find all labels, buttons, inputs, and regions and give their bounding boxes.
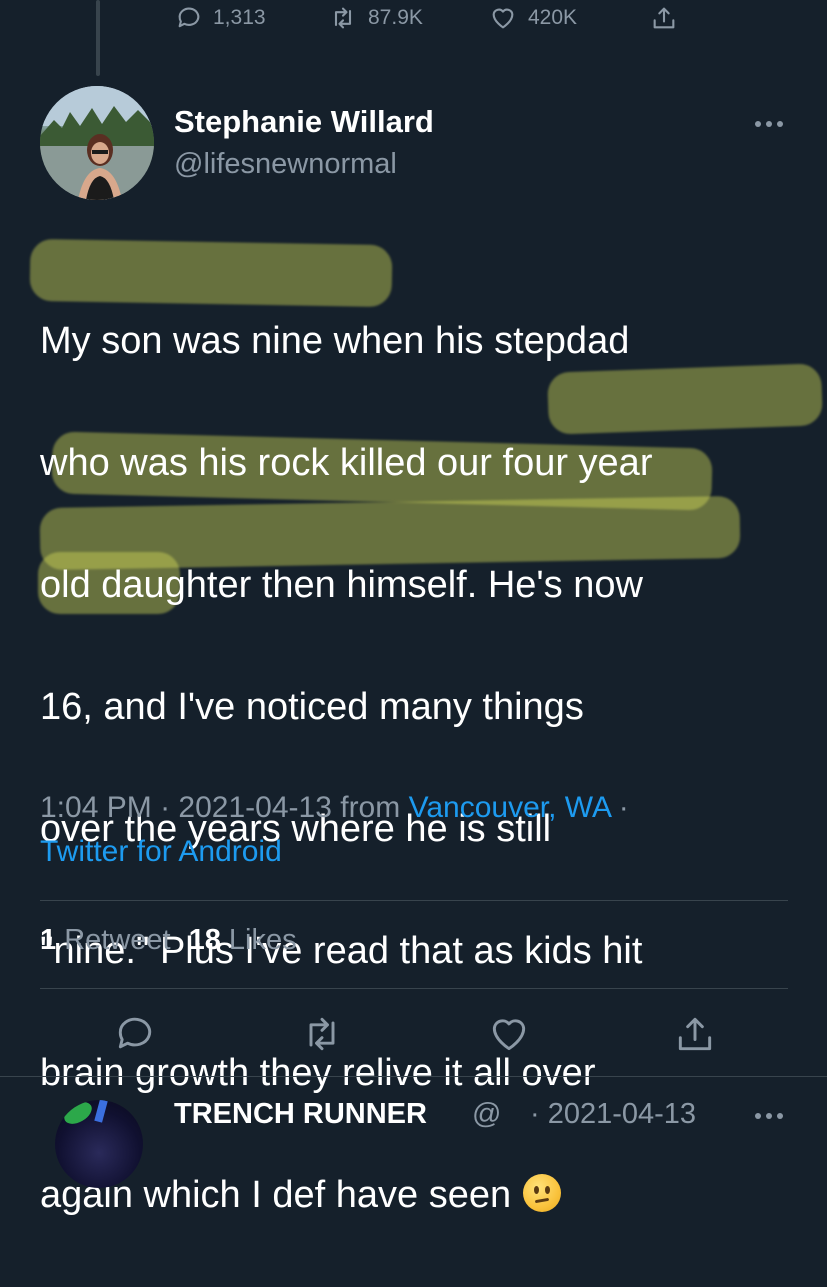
retweet-icon	[309, 1017, 335, 1051]
tweet-line: old daughter then himself. He's now	[40, 564, 643, 606]
location-link[interactable]: Vancouver, WA	[409, 791, 611, 824]
more-options-icon[interactable]	[752, 1106, 786, 1122]
next-tweet-author-name[interactable]: TRENCH RUNNER	[174, 1098, 427, 1131]
tweet-time: 1:04 PM	[40, 791, 152, 824]
previous-reply-button[interactable]: 1,313	[175, 4, 266, 32]
meta-separator: ·	[618, 791, 629, 824]
thread-connector-line	[96, 0, 100, 76]
previous-retweet-count: 87.9K	[368, 6, 423, 29]
confused-face-emoji-icon	[523, 1174, 562, 1212]
author-name[interactable]: Stephanie Willard	[174, 104, 434, 140]
divider	[40, 988, 788, 989]
divider	[40, 900, 788, 901]
author-avatar[interactable]	[40, 86, 154, 200]
more-options-icon[interactable]	[752, 110, 786, 138]
tweet-date: 2021-04-13	[178, 791, 332, 824]
reply-icon	[178, 7, 200, 28]
next-tweet-date: · 2021-04-13	[530, 1098, 697, 1130]
share-icon	[678, 1017, 712, 1051]
avatar-photo	[40, 86, 154, 200]
likes-count: 18	[188, 924, 221, 956]
heart-icon	[492, 1019, 526, 1051]
tweet-text: My son was nine when his stepdad who was…	[40, 250, 800, 1287]
reply-icon	[118, 1017, 152, 1049]
engagement-stats: 1 Retweet 18 Likes	[40, 924, 297, 957]
previous-retweet-button[interactable]: 87.9K	[328, 4, 423, 32]
divider	[0, 1076, 827, 1077]
client-link[interactable]: Twitter for Android	[40, 835, 282, 868]
retweets-count: 1	[40, 924, 57, 956]
retweet-button[interactable]	[300, 1012, 344, 1056]
retweets-label: Retweet	[64, 924, 171, 956]
tweet-line: My son was nine when his stepdad	[40, 320, 630, 362]
likes-label: Likes	[228, 924, 297, 956]
share-button[interactable]	[673, 1012, 717, 1056]
previous-reply-count: 1,313	[213, 6, 266, 29]
author-handle[interactable]: @lifesnewnormal	[174, 148, 397, 181]
meta-separator: ·	[160, 791, 171, 824]
reply-button[interactable]	[113, 1012, 157, 1056]
previous-share-button[interactable]	[650, 4, 678, 32]
next-tweet-avatar[interactable]	[55, 1100, 143, 1188]
heart-icon	[492, 8, 514, 29]
previous-like-button[interactable]: 420K	[488, 4, 577, 32]
from-label: from	[340, 791, 401, 824]
tweet-line: who was his rock killed our four year	[40, 442, 653, 484]
tweet-action-bar	[0, 1012, 827, 1060]
retweets-stat[interactable]: 1 Retweet	[40, 924, 171, 957]
previous-like-count: 420K	[528, 6, 578, 29]
likes-stat[interactable]: 18 Likes	[189, 924, 297, 957]
like-button[interactable]	[487, 1012, 531, 1056]
next-tweet-handle[interactable]: @	[472, 1098, 501, 1131]
tweet-line: 16, and I've noticed many things	[40, 686, 584, 728]
tweet-line-last: again which I def have seen	[40, 1165, 800, 1226]
retweet-icon	[334, 7, 352, 29]
share-icon	[653, 7, 675, 29]
tweet-meta: 1:04 PM · 2021-04-13 from Vancouver, WA …	[40, 786, 800, 874]
